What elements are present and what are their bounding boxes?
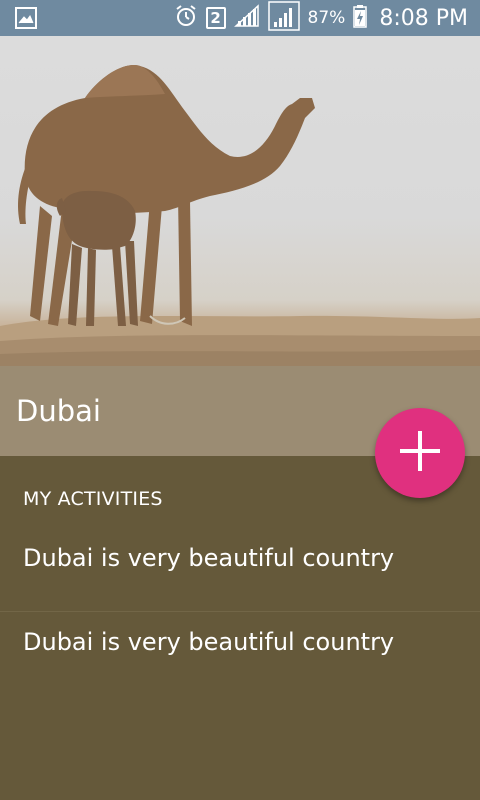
sim-2-icon: 2 (205, 7, 226, 29)
plus-icon (398, 429, 442, 477)
section-header-my-activities: MY ACTIVITIES (23, 488, 163, 510)
status-time: 8:08 PM (379, 5, 468, 31)
signal-2-icon (267, 1, 300, 35)
activity-label: Dubai is very beautiful country (23, 628, 395, 656)
battery-percentage: 87% (307, 8, 346, 28)
list-item[interactable]: Dubai is very beautiful country (0, 528, 480, 612)
signal-1-icon (233, 4, 260, 32)
status-bar: 2 87% 8:08 PM (0, 0, 480, 36)
gallery-notification-icon (14, 6, 38, 30)
activity-label: Dubai is very beautiful country (23, 544, 395, 572)
camel-with-calf-in-desert-image (0, 36, 480, 366)
list-item[interactable]: Dubai is very beautiful country (0, 612, 480, 696)
alarm-icon (174, 4, 198, 32)
add-activity-button[interactable] (375, 408, 465, 498)
battery-charging-icon (353, 4, 368, 32)
activities-section: MY ACTIVITIES Dubai is very beautiful co… (0, 456, 480, 800)
status-indicators: 2 87% 8:08 PM (174, 0, 468, 36)
place-title: Dubai (16, 394, 101, 428)
